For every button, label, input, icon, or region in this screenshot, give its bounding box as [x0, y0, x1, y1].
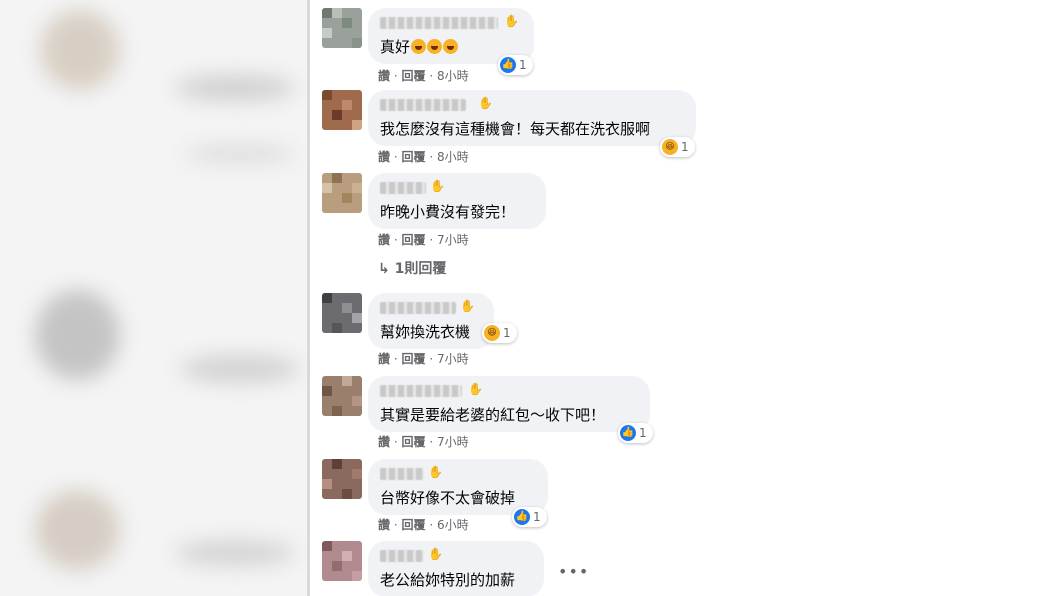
author-name[interactable]: [380, 468, 424, 480]
reply-link[interactable]: 回覆: [402, 434, 426, 450]
wave-icon: ✋: [428, 465, 443, 479]
blurred-text: [175, 75, 295, 101]
reply-link[interactable]: 回覆: [402, 351, 426, 367]
comment-actions: 讚 · 回覆 · 7小時: [378, 434, 469, 450]
comment-text: 幫妳換洗衣機: [380, 323, 471, 341]
author-name[interactable]: [380, 99, 466, 111]
wave-icon: ✋: [504, 14, 519, 28]
avatar[interactable]: [322, 173, 362, 213]
comment-actions: 讚 · 回覆 · 7小時: [378, 351, 469, 367]
comment-text: 昨晚小費沒有發完！: [380, 203, 516, 221]
avatar[interactable]: [322, 293, 362, 333]
comment-bubble: ✋ 老公給妳特別的加薪: [368, 541, 544, 596]
blurred-text: [175, 540, 295, 566]
blurred-avatar: [35, 490, 120, 570]
haha-emoji-icon: [443, 39, 459, 54]
avatar[interactable]: [322, 8, 362, 48]
avatar[interactable]: [322, 376, 362, 416]
reaction-count[interactable]: 😆 1: [660, 137, 695, 157]
view-replies-link[interactable]: ↳ 1則回覆: [378, 260, 446, 278]
like-reaction-icon: 👍: [620, 425, 636, 441]
wave-icon: ✋: [478, 96, 493, 110]
author-name[interactable]: [380, 550, 424, 562]
comment-text: 其實是要給老婆的紅包～收下吧！: [380, 406, 606, 424]
reaction-count[interactable]: 👍 1: [498, 55, 533, 75]
like-link[interactable]: 讚: [378, 434, 390, 450]
reaction-count[interactable]: 👍 1: [512, 507, 547, 527]
reaction-count[interactable]: 👍 1: [618, 423, 653, 443]
wave-icon: ✋: [468, 382, 483, 396]
like-link[interactable]: 讚: [378, 232, 390, 248]
comment-text: 我怎麼沒有這種機會！每天都在洗衣服啊: [380, 120, 651, 138]
reply-link[interactable]: 回覆: [402, 232, 426, 248]
comment-list: ✋ 真好 👍 1 讚 · 回覆 · 8小時 ✋ 我怎麼沒有這種機會！每天都在洗衣服…: [310, 0, 752, 596]
haha-emoji-icon: [427, 39, 443, 54]
avatar[interactable]: [322, 459, 362, 499]
avatar[interactable]: [322, 541, 362, 581]
blurred-avatar: [40, 10, 120, 90]
avatar[interactable]: [322, 90, 362, 130]
timestamp[interactable]: 7小時: [437, 232, 469, 248]
like-link[interactable]: 讚: [378, 149, 390, 165]
comment-actions: 讚 · 回覆 · 6小時: [378, 517, 469, 533]
blurred-text: [185, 145, 295, 163]
more-icon[interactable]: •••: [558, 562, 589, 581]
like-reaction-icon: 👍: [500, 57, 516, 73]
comment-bubble: ✋ 昨晚小費沒有發完！: [368, 173, 546, 229]
reaction-count[interactable]: 😆 1: [482, 323, 517, 343]
comment-actions: 讚 · 回覆 · 8小時: [378, 149, 469, 165]
comment-actions: 讚 · 回覆 · 8小時: [378, 68, 469, 84]
timestamp[interactable]: 7小時: [437, 351, 469, 367]
comment-bubble: ✋ 我怎麼沒有這種機會！每天都在洗衣服啊: [368, 90, 696, 146]
like-reaction-icon: 👍: [514, 509, 530, 525]
author-name[interactable]: [380, 17, 498, 29]
reply-link[interactable]: 回覆: [402, 68, 426, 84]
comment-text: 老公給妳特別的加薪: [380, 571, 516, 589]
author-name[interactable]: [380, 302, 456, 314]
wave-icon: ✋: [460, 299, 475, 313]
comment-actions: 讚 · 回覆 · 7小時: [378, 232, 469, 248]
reply-arrow-icon: ↳: [378, 261, 390, 277]
like-link[interactable]: 讚: [378, 351, 390, 367]
author-name[interactable]: [380, 385, 462, 397]
comment-bubble: ✋ 幫妳換洗衣機: [368, 293, 494, 349]
comment-bubble: ✋ 其實是要給老婆的紅包～收下吧！: [368, 376, 650, 432]
like-link[interactable]: 讚: [378, 517, 390, 533]
haha-emoji-icon: [411, 39, 427, 54]
timestamp[interactable]: 8小時: [437, 149, 469, 165]
like-link[interactable]: 讚: [378, 68, 390, 84]
timestamp[interactable]: 7小時: [437, 434, 469, 450]
blurred-right-panel: [752, 0, 1060, 596]
blurred-avatar: [35, 290, 120, 380]
timestamp[interactable]: 6小時: [437, 517, 469, 533]
wave-icon: ✋: [428, 547, 443, 561]
blurred-left-panel: [0, 0, 308, 596]
reply-link[interactable]: 回覆: [402, 517, 426, 533]
author-name[interactable]: [380, 182, 426, 194]
haha-reaction-icon: 😆: [484, 325, 500, 341]
reply-link[interactable]: 回覆: [402, 149, 426, 165]
haha-reaction-icon: 😆: [662, 139, 678, 155]
blurred-text: [180, 355, 300, 383]
wave-icon: ✋: [430, 179, 445, 193]
comment-text: 台幣好像不太會破掉: [380, 489, 516, 507]
comment-text: 真好: [380, 37, 459, 57]
timestamp[interactable]: 8小時: [437, 68, 469, 84]
